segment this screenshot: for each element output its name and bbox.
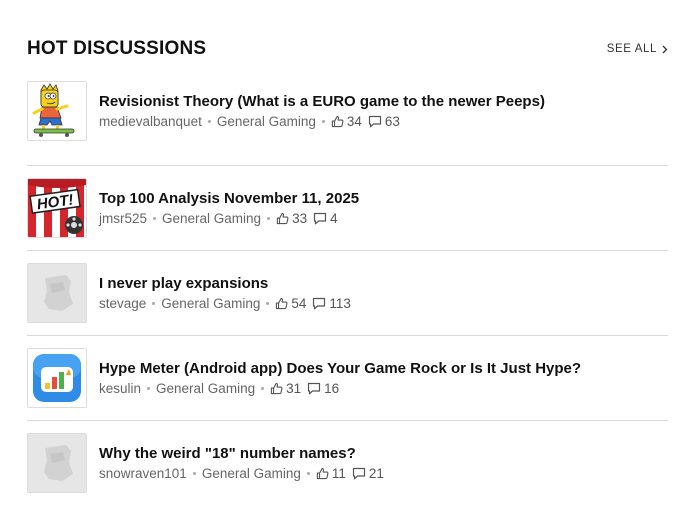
hot-stripes-image: HOT! xyxy=(28,179,86,237)
comment-icon xyxy=(308,382,321,395)
placeholder-meeple-avatar[interactable] xyxy=(27,433,87,493)
thread-author[interactable]: stevage xyxy=(99,296,146,311)
thumbs-up-icon xyxy=(270,382,283,395)
comment-icon xyxy=(314,212,327,225)
separator-dot xyxy=(192,472,196,475)
thumbs-up-icon xyxy=(276,297,288,310)
separator-dot xyxy=(152,302,156,305)
list-item: Revisionist Theory (What is a EURO game … xyxy=(27,81,668,166)
comments-count: 21 xyxy=(368,466,384,481)
comments-stat: 113 xyxy=(312,296,351,311)
thumbs-stat: 33 xyxy=(276,211,307,226)
thread-title[interactable]: Hype Meter (Android app) Does Your Game … xyxy=(99,360,581,377)
thumbs-up-icon xyxy=(316,467,329,480)
thread-meta: kesulin General Gaming 31 16 xyxy=(99,381,339,396)
comments-stat: 16 xyxy=(307,381,339,396)
separator-dot xyxy=(321,120,325,123)
list-item: HOT! Top 100 Analysis November 11, 2025 … xyxy=(27,166,668,251)
comments-stat: 63 xyxy=(368,114,400,129)
comments-count: 4 xyxy=(330,211,338,226)
placeholder-meeple-image xyxy=(28,264,86,322)
thumbs-stat: 31 xyxy=(270,381,301,396)
thumbs-count: 11 xyxy=(331,466,346,481)
thumbs-count: 33 xyxy=(292,211,308,226)
placeholder-meeple-avatar[interactable] xyxy=(27,263,87,323)
thread-forum[interactable]: General Gaming xyxy=(202,466,301,481)
separator-dot xyxy=(261,387,265,390)
thread-meta: medievalbanquet General Gaming 34 63 xyxy=(99,114,400,129)
panel-header: HOT DISCUSSIONS SEE ALL xyxy=(27,38,668,64)
separator-dot xyxy=(147,387,151,390)
thumbs-up-icon xyxy=(276,212,289,225)
skateboarder-image xyxy=(28,82,86,140)
thread-title[interactable]: Revisionist Theory (What is a EURO game … xyxy=(99,93,545,110)
placeholder-meeple-image xyxy=(28,434,86,492)
comment-icon xyxy=(313,297,326,310)
separator-dot xyxy=(306,472,310,475)
thread-title[interactable]: I never play expansions xyxy=(99,275,268,292)
see-all-link[interactable]: SEE ALL xyxy=(607,43,668,55)
thumbs-stat: 54 xyxy=(275,296,306,311)
skateboarder-avatar[interactable] xyxy=(27,81,87,141)
separator-dot xyxy=(153,217,157,220)
thumbs-up-icon xyxy=(331,115,344,128)
discussion-list: Revisionist Theory (What is a EURO game … xyxy=(27,81,668,506)
thread-author[interactable]: snowraven101 xyxy=(99,466,187,481)
thread-title[interactable]: Why the weird "18" number names? xyxy=(99,445,356,462)
thumbs-count: 54 xyxy=(291,296,307,311)
comment-icon xyxy=(368,115,382,128)
thread-meta: jmsr525 General Gaming 33 4 xyxy=(99,211,338,226)
hot-stripes-avatar[interactable]: HOT! xyxy=(27,178,87,238)
thread-forum[interactable]: General Gaming xyxy=(162,211,261,226)
panel-title: HOT DISCUSSIONS xyxy=(27,38,207,59)
thread-forum[interactable]: General Gaming xyxy=(161,296,260,311)
thumbs-stat: 34 xyxy=(331,114,362,129)
thread-author[interactable]: kesulin xyxy=(99,381,141,396)
thread-meta: snowraven101 General Gaming 11 21 xyxy=(99,466,384,481)
list-item: Why the weird "18" number names? snowrav… xyxy=(27,421,668,506)
comments-stat: 21 xyxy=(352,466,384,481)
thread-forum[interactable]: General Gaming xyxy=(217,114,316,129)
thread-author[interactable]: medievalbanquet xyxy=(99,114,202,129)
list-item: Hype Meter (Android app) Does Your Game … xyxy=(27,336,668,421)
separator-dot xyxy=(266,302,270,305)
comments-count: 63 xyxy=(384,114,400,129)
thread-forum[interactable]: General Gaming xyxy=(156,381,255,396)
separator-dot xyxy=(267,217,271,220)
hype-meter-app-image xyxy=(28,349,86,407)
comments-stat: 4 xyxy=(313,211,338,226)
thumbs-count: 34 xyxy=(346,114,362,129)
see-all-label: SEE ALL xyxy=(606,43,657,55)
thread-author[interactable]: jmsr525 xyxy=(99,211,147,226)
thread-meta: stevage General Gaming 54 113 xyxy=(99,296,351,311)
thread-title[interactable]: Top 100 Analysis November 11, 2025 xyxy=(99,190,359,207)
comment-icon xyxy=(352,467,365,480)
comments-count: 113 xyxy=(329,296,351,311)
chevron-right-icon xyxy=(662,45,668,53)
list-item: I never play expansions stevage General … xyxy=(27,251,668,336)
thumbs-stat: 11 xyxy=(316,466,346,481)
thumbs-count: 31 xyxy=(286,381,302,396)
comments-count: 16 xyxy=(324,381,340,396)
hype-meter-app-icon[interactable] xyxy=(27,348,87,408)
separator-dot xyxy=(207,120,211,123)
